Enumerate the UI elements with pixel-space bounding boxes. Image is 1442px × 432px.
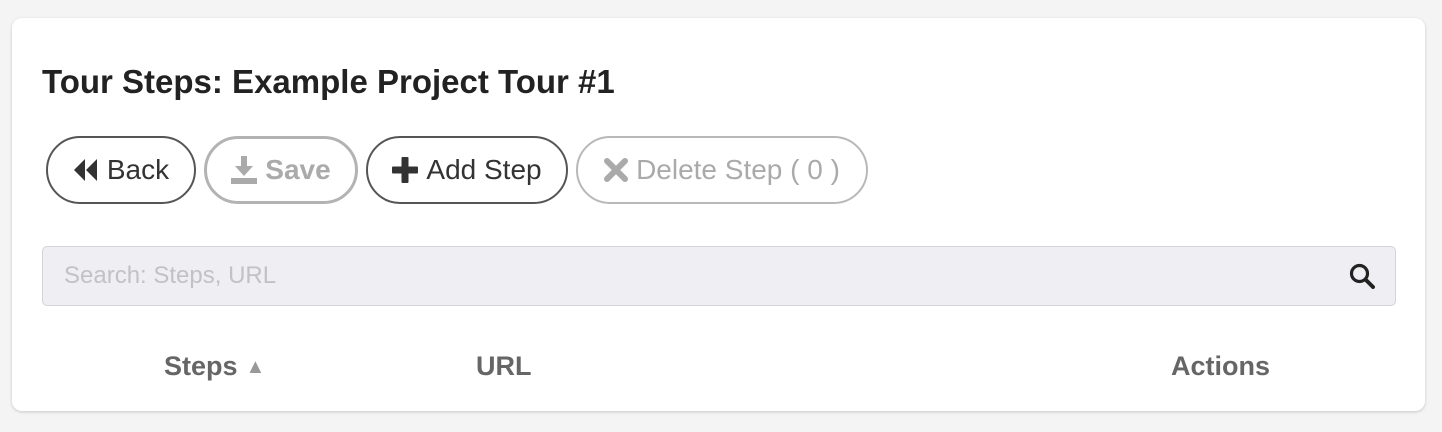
column-header-actions: Actions: [1171, 348, 1270, 384]
save-button-label: Save: [265, 154, 331, 185]
back-button[interactable]: Back: [46, 136, 196, 204]
search-input[interactable]: [43, 247, 1333, 305]
search-icon[interactable]: [1349, 263, 1375, 289]
delete-step-button[interactable]: Delete Step ( 0 ): [576, 136, 868, 204]
column-header-steps-label: Steps: [164, 351, 238, 381]
x-icon: [604, 158, 629, 182]
page-title: Tour Steps: Example Project Tour #1: [42, 63, 615, 100]
download-icon: [231, 156, 258, 184]
back-button-label: Back: [106, 154, 170, 185]
column-header-actions-label: Actions: [1171, 351, 1271, 381]
save-button[interactable]: Save: [204, 136, 358, 204]
backward-icon: [73, 158, 99, 182]
add-step-button[interactable]: Add Step: [366, 136, 568, 204]
column-header-url[interactable]: URL: [476, 348, 532, 384]
column-header-url-label: URL: [476, 351, 532, 381]
search-bar: [42, 246, 1396, 306]
delete-step-button-label: Delete Step ( 0 ): [636, 154, 840, 185]
tour-steps-panel: Tour Steps: Example Project Tour #1 Back…: [12, 18, 1425, 411]
plus-icon: [392, 157, 419, 183]
sort-ascending-icon: ▲: [245, 356, 266, 378]
table-header: Steps ▲ URL Actions: [42, 348, 1396, 388]
add-step-button-label: Add Step: [426, 154, 542, 185]
column-header-steps[interactable]: Steps ▲: [164, 348, 265, 385]
